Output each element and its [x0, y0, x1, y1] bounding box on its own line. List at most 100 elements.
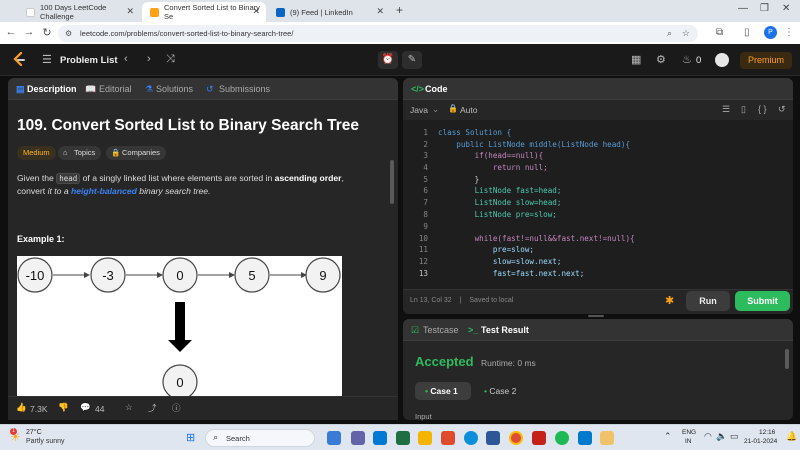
- language-select[interactable]: Java: [410, 105, 428, 115]
- vscode-app-icon[interactable]: [578, 431, 592, 445]
- node-label: -3: [102, 268, 114, 283]
- submit-button[interactable]: Submit: [735, 291, 790, 311]
- help-icon[interactable]: ⓘ: [172, 402, 181, 414]
- user-avatar[interactable]: [715, 53, 729, 67]
- sidebar-icon[interactable]: ▯: [744, 27, 750, 38]
- alarm-clock-icon[interactable]: ⏰: [378, 51, 398, 69]
- office-app-icon[interactable]: [373, 431, 387, 445]
- url-field[interactable]: ⚙ leetcode.com/problems/convert-sorted-l…: [58, 25, 698, 42]
- maximize-icon[interactable]: ❐: [760, 3, 769, 14]
- code-line: slow=slow.next;: [438, 257, 562, 266]
- layout-grid-icon[interactable]: ▦: [631, 53, 641, 66]
- close-tab-icon[interactable]: ✕: [376, 6, 384, 17]
- files-app-icon[interactable]: [396, 431, 410, 445]
- teams-app-icon[interactable]: [351, 431, 365, 445]
- close-tab-icon[interactable]: ✕: [126, 6, 134, 17]
- close-window-icon[interactable]: ✕: [782, 3, 790, 14]
- comment-icon[interactable]: 💬: [80, 402, 91, 413]
- widgets-app-icon[interactable]: [327, 431, 341, 445]
- notification-bell-icon[interactable]: 🔔: [786, 431, 797, 442]
- companies-chip[interactable]: 🔒 Companies: [106, 146, 166, 160]
- windows-start-icon[interactable]: ⊞: [186, 431, 195, 444]
- explorer-app-icon[interactable]: [418, 431, 432, 445]
- notes-app-icon[interactable]: [600, 431, 614, 445]
- tab-testcase[interactable]: Testcase: [423, 325, 459, 335]
- line-number: 11: [418, 245, 428, 254]
- taskbar-search[interactable]: ⌕ Search: [205, 429, 315, 447]
- leetcode-logo-icon[interactable]: [11, 52, 27, 68]
- clock-time[interactable]: 12:16: [759, 429, 775, 436]
- zoom-icon[interactable]: ⌕: [667, 25, 672, 42]
- tab-code[interactable]: Code: [425, 84, 448, 94]
- height-balanced-link[interactable]: height-balanced: [71, 186, 137, 196]
- settings-gear-icon[interactable]: ⚙: [656, 53, 666, 66]
- node-label: 9: [319, 268, 326, 283]
- chevron-down-icon[interactable]: ⌄: [432, 104, 439, 115]
- lang-code[interactable]: ENG: [682, 429, 696, 436]
- close-tab-icon[interactable]: ✕: [252, 6, 260, 17]
- browser-tab-linkedin[interactable]: (9) Feed | LinkedIn ✕: [268, 2, 390, 22]
- shuffle-icon[interactable]: ⤨: [166, 53, 175, 66]
- case-label: Case 1: [430, 386, 458, 396]
- like-icon[interactable]: 👍: [16, 402, 27, 413]
- case-2-tab[interactable]: • Case 2: [474, 382, 530, 400]
- case-1-tab[interactable]: • Case 1: [415, 382, 471, 400]
- prev-problem-icon[interactable]: ‹: [124, 53, 128, 65]
- code-text: ListNode fast=head;: [438, 186, 562, 195]
- scrollbar-thumb[interactable]: [785, 349, 789, 369]
- edge-app-icon[interactable]: [464, 431, 478, 445]
- problem-list-link[interactable]: Problem List: [60, 55, 118, 66]
- mail-app-icon[interactable]: [486, 431, 500, 445]
- forward-icon[interactable]: →: [22, 26, 36, 38]
- new-tab-button[interactable]: +: [396, 3, 403, 17]
- profile-avatar[interactable]: P: [764, 26, 777, 39]
- tab-description[interactable]: Description: [27, 84, 77, 94]
- tray-chevron-up-icon[interactable]: ⌃: [664, 431, 672, 442]
- bookmark-icon[interactable]: ▯: [741, 104, 746, 115]
- topics-chip[interactable]: ⌂ Topics: [58, 146, 102, 160]
- favorite-star-icon[interactable]: ☆: [125, 402, 133, 413]
- run-button[interactable]: Run: [686, 291, 730, 311]
- panel-resize-handle[interactable]: [588, 315, 604, 317]
- chrome-app-icon[interactable]: [509, 431, 523, 445]
- problem-tab-strip: ▤ Description 📖 Editorial ⚗ Solutions ↺ …: [8, 78, 398, 100]
- streak-fire-icon[interactable]: ♨: [682, 53, 692, 66]
- menu-icon[interactable]: ⋮: [784, 27, 794, 38]
- extensions-icon[interactable]: ⧉: [716, 27, 723, 38]
- dislike-icon[interactable]: 👎: [58, 402, 69, 413]
- debug-icon[interactable]: ✱: [665, 294, 674, 307]
- code-line: }: [438, 175, 480, 184]
- list-node: 9: [305, 257, 341, 293]
- volume-icon[interactable]: 🔈: [716, 431, 727, 442]
- scrollbar-thumb[interactable]: [390, 160, 394, 204]
- mcafee-app-icon[interactable]: [532, 431, 546, 445]
- tab-submissions[interactable]: Submissions: [219, 84, 270, 94]
- code-text: if(head==null){: [438, 151, 544, 160]
- browser-tab-convert[interactable]: Convert Sorted List to Binary Se ✕: [142, 2, 266, 22]
- battery-icon[interactable]: ▭: [730, 431, 739, 442]
- site-info-icon[interactable]: ⚙: [65, 25, 72, 42]
- minimize-icon[interactable]: —: [738, 3, 748, 14]
- reset-icon[interactable]: ↺: [778, 104, 786, 115]
- code-line: fast=fast.next.next;: [438, 269, 584, 278]
- auto-mode-label[interactable]: Auto: [460, 105, 478, 115]
- share-icon[interactable]: ⤴: [148, 402, 157, 414]
- browser-tab-100days[interactable]: 100 Days LeetCode Challenge ✕: [18, 2, 140, 22]
- tab-solutions[interactable]: Solutions: [156, 84, 193, 94]
- reload-icon[interactable]: ↻: [40, 26, 54, 39]
- spotify-app-icon[interactable]: [555, 431, 569, 445]
- back-icon[interactable]: ←: [4, 26, 18, 38]
- line-number: 2: [423, 140, 428, 149]
- wifi-icon[interactable]: ◠: [704, 431, 712, 442]
- bookmark-star-icon[interactable]: ☆: [682, 25, 690, 42]
- tab-test-result[interactable]: Test Result: [481, 325, 529, 335]
- notes-icon[interactable]: ✎: [402, 51, 422, 69]
- store-app-icon[interactable]: [441, 431, 455, 445]
- format-icon[interactable]: ☰: [722, 104, 730, 115]
- braces-icon[interactable]: { }: [758, 104, 767, 114]
- next-problem-icon[interactable]: ›: [147, 53, 151, 65]
- desc-text: ,: [341, 173, 344, 183]
- code-text: fast=fast.next.next;: [438, 269, 585, 278]
- tab-editorial[interactable]: Editorial: [99, 84, 132, 94]
- premium-button[interactable]: Premium: [740, 52, 792, 69]
